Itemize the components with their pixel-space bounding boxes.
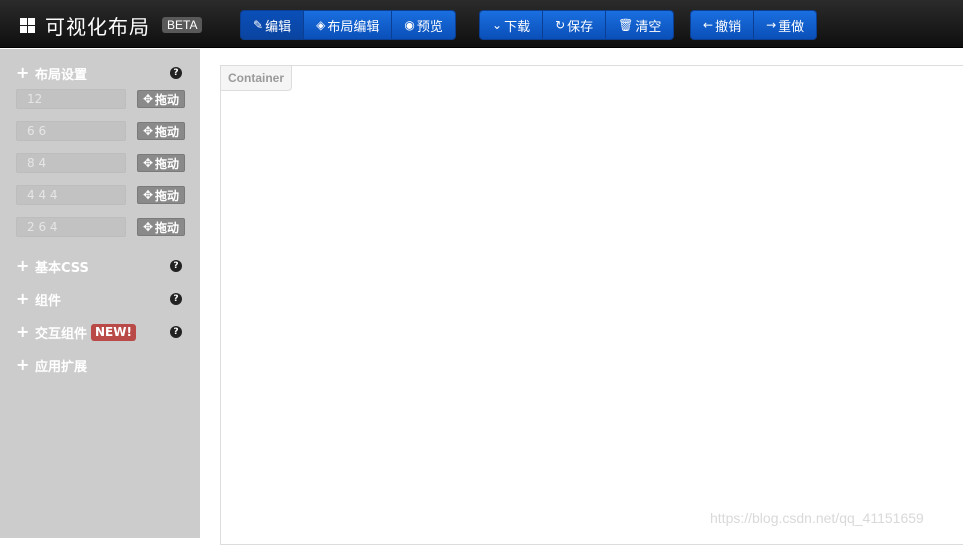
beta-badge: BETA — [162, 17, 203, 33]
undo-button-label: 撤销 — [715, 19, 742, 35]
layout-canvas[interactable]: Container — [220, 65, 963, 545]
plus-icon: + — [16, 289, 30, 308]
drag-button[interactable]: ✥ 拖动 — [137, 218, 185, 236]
history-group: ← 撤销 → 重做 — [690, 10, 818, 40]
redo-button-label: 重做 — [778, 19, 805, 35]
section-layout-settings[interactable]: + 布局设置 ? — [16, 63, 186, 83]
layout-row-input[interactable]: 12 — [16, 89, 126, 109]
arrow-left-icon: ← — [703, 18, 714, 32]
sidebar: + 布局设置 ? 12 ✥ 拖动 6 6 ✥ 拖动 8 4 ✥ 拖动 4 4 4 ✥ 拖… — [0, 49, 200, 538]
plus-icon: + — [16, 355, 30, 374]
redo-button[interactable]: → 重做 — [754, 11, 817, 39]
clear-button[interactable]: 🗑 清空 — [606, 11, 674, 39]
save-button[interactable]: ↻ 保存 — [543, 11, 607, 39]
container-label: Container — [221, 66, 293, 91]
section-interactive-components[interactable]: + 交互组件 NEW! ? — [16, 322, 186, 342]
arrow-right-icon: → — [766, 18, 777, 32]
file-actions-group: ⌄ 下载 ↻ 保存 🗑 清空 — [479, 10, 675, 40]
trash-icon: 🗑 — [618, 18, 634, 32]
drag-label: 拖动 — [155, 92, 180, 107]
chevron-down-icon: ⌄ — [492, 18, 503, 32]
section-label: 基本CSS — [35, 260, 89, 276]
section-label: 应用扩展 — [35, 359, 88, 375]
eye-slash-icon: ◈ — [316, 18, 326, 32]
drag-button[interactable]: ✥ 拖动 — [137, 90, 185, 108]
plus-icon: + — [16, 63, 30, 82]
layout-row-12: 12 ✥ 拖动 — [16, 89, 186, 109]
section-components[interactable]: + 组件 ? — [16, 289, 186, 309]
edit-button-label: 编辑 — [265, 19, 292, 35]
edit-button[interactable]: ✎ 编辑 — [241, 11, 305, 39]
drag-button[interactable]: ✥ 拖动 — [137, 186, 185, 204]
drag-label: 拖动 — [155, 188, 180, 203]
layout-row-input[interactable]: 8 4 — [16, 153, 126, 173]
undo-button[interactable]: ← 撤销 — [691, 11, 755, 39]
section-label: 组件 — [35, 293, 62, 309]
layout-row-2-6-4: 2 6 4 ✥ 拖动 — [16, 217, 186, 237]
edit-mode-group: ✎ 编辑 ◈ 布局编辑 ◉ 预览 — [240, 10, 456, 40]
move-icon: ✥ — [142, 92, 154, 106]
top-navbar: 可视化布局 BETA ✎ 编辑 ◈ 布局编辑 ◉ 预览 ⌄ 下载 ↻ 保存 🗑 … — [0, 0, 963, 48]
drag-label: 拖动 — [155, 156, 180, 171]
save-button-label: 保存 — [567, 19, 594, 35]
download-button[interactable]: ⌄ 下载 — [480, 11, 544, 39]
share-icon: ↻ — [555, 18, 566, 32]
layout-row-input[interactable]: 6 6 — [16, 121, 126, 141]
help-icon[interactable]: ? — [170, 260, 182, 272]
clear-button-label: 清空 — [635, 19, 662, 35]
preview-button-label: 预览 — [416, 19, 443, 35]
layout-edit-button-label: 布局编辑 — [327, 19, 380, 35]
help-icon[interactable]: ? — [170, 67, 182, 79]
layout-row-4-4-4: 4 4 4 ✥ 拖动 — [16, 185, 186, 205]
drag-button[interactable]: ✥ 拖动 — [137, 122, 185, 140]
drag-label: 拖动 — [155, 220, 180, 235]
section-label: 交互组件 — [35, 326, 88, 342]
preview-button[interactable]: ◉ 预览 — [392, 11, 455, 39]
move-icon: ✥ — [142, 124, 154, 138]
edit-icon: ✎ — [253, 18, 264, 32]
layout-edit-button[interactable]: ◈ 布局编辑 — [304, 11, 393, 39]
move-icon: ✥ — [142, 188, 154, 202]
layout-row-6-6: 6 6 ✥ 拖动 — [16, 121, 186, 141]
grid-icon — [20, 17, 35, 33]
layout-row-8-4: 8 4 ✥ 拖动 — [16, 153, 186, 173]
help-icon[interactable]: ? — [170, 293, 182, 305]
layout-row-input[interactable]: 2 6 4 — [16, 217, 126, 237]
plus-icon: + — [16, 256, 30, 275]
layout-row-input[interactable]: 4 4 4 — [16, 185, 126, 205]
download-button-label: 下载 — [504, 19, 531, 35]
eye-icon: ◉ — [404, 18, 415, 32]
move-icon: ✥ — [142, 156, 154, 170]
new-badge: NEW! — [91, 323, 136, 341]
move-icon: ✥ — [142, 220, 154, 234]
section-label: 布局设置 — [35, 67, 88, 83]
watermark: https://blog.csdn.net/qq_41151659 — [710, 510, 924, 526]
section-basic-css[interactable]: + 基本CSS ? — [16, 256, 186, 276]
brand[interactable]: 可视化布局 BETA — [20, 12, 203, 39]
section-app-extensions[interactable]: + 应用扩展 — [16, 355, 186, 375]
plus-icon: + — [16, 322, 30, 341]
help-icon[interactable]: ? — [170, 326, 182, 338]
drag-button[interactable]: ✥ 拖动 — [137, 154, 185, 172]
drag-label: 拖动 — [155, 124, 180, 139]
app-title: 可视化布局 — [45, 14, 150, 39]
